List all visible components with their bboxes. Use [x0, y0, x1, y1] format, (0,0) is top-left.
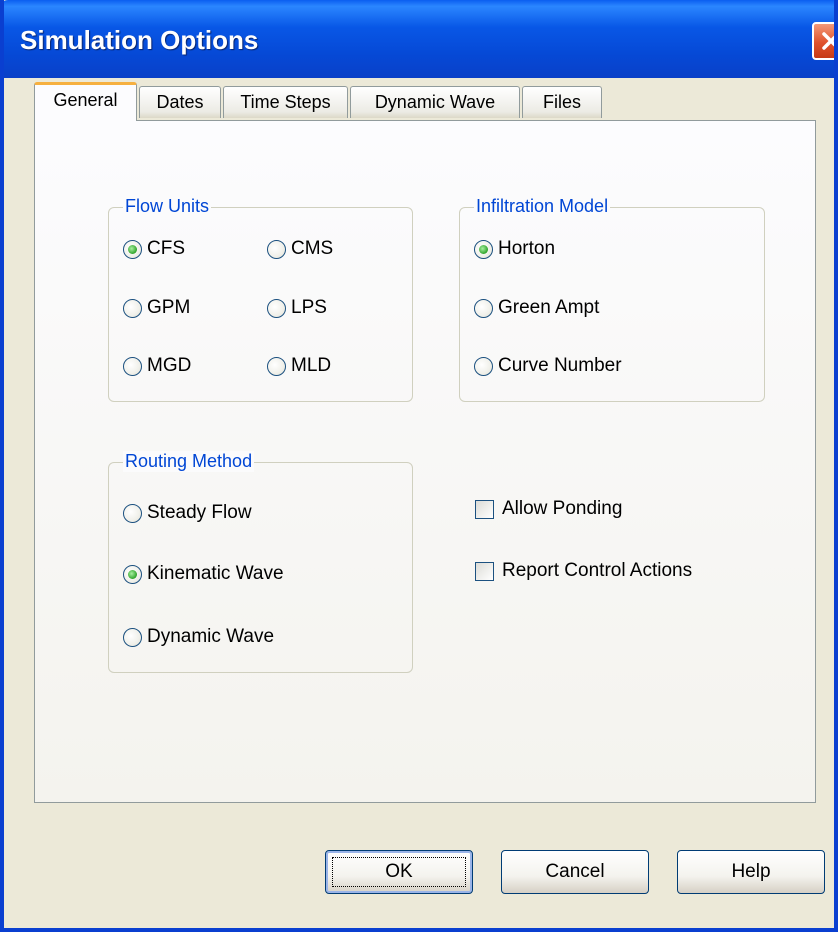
- cancel-button[interactable]: Cancel: [501, 850, 649, 894]
- radio-mgd[interactable]: MGD: [123, 353, 191, 379]
- radio-cms[interactable]: CMS: [267, 236, 333, 262]
- checkbox-label: Report Control Actions: [502, 560, 693, 581]
- radio-button-icon: [474, 298, 493, 318]
- radio-cfs[interactable]: CFS: [123, 236, 185, 262]
- radio-label: Steady Flow: [147, 502, 252, 523]
- tab-files[interactable]: Files: [522, 86, 602, 118]
- tab-dates[interactable]: Dates: [139, 86, 221, 118]
- radio-label: Green Ampt: [498, 297, 600, 318]
- routing-method-group: Routing Method Steady Flow Kinematic Wav…: [108, 451, 413, 673]
- radio-button-icon: [123, 627, 142, 647]
- simulation-options-dialog: Simulation Options General Dates Time St…: [0, 0, 838, 932]
- title-bar[interactable]: Simulation Options: [4, 0, 834, 78]
- help-button[interactable]: Help: [677, 850, 825, 894]
- radio-button-icon: [474, 356, 493, 376]
- radio-dynamic-wave[interactable]: Dynamic Wave: [123, 624, 274, 650]
- radio-gpm[interactable]: GPM: [123, 295, 190, 321]
- radio-label: GPM: [147, 297, 191, 318]
- radio-label: LPS: [291, 297, 327, 318]
- close-icon: [822, 32, 834, 50]
- radio-green-ampt[interactable]: Green Ampt: [474, 295, 599, 321]
- flow-units-title: Flow Units: [123, 196, 212, 217]
- checkbox-icon: [475, 561, 494, 581]
- general-tab-panel: Flow Units CFS CMS GPM LPS MGD MLD Infil…: [34, 120, 816, 803]
- tab-dynamic-wave[interactable]: Dynamic Wave: [350, 86, 520, 118]
- tab-strip: General Dates Time Steps Dynamic Wave Fi…: [4, 82, 834, 122]
- radio-button-icon: [123, 298, 142, 318]
- allow-ponding-checkbox[interactable]: Allow Ponding: [475, 496, 622, 522]
- flow-units-group: Flow Units CFS CMS GPM LPS MGD MLD: [108, 196, 413, 402]
- checkbox-icon: [475, 499, 494, 519]
- radio-kinematic-wave[interactable]: Kinematic Wave: [123, 561, 284, 587]
- infiltration-model-title: Infiltration Model: [474, 196, 611, 217]
- radio-label: Horton: [498, 238, 556, 259]
- radio-button-icon: [123, 356, 142, 376]
- ok-button[interactable]: OK: [325, 850, 473, 894]
- tab-general[interactable]: General: [34, 82, 137, 121]
- close-button[interactable]: [812, 22, 834, 60]
- radio-label: CFS: [147, 238, 185, 259]
- radio-label: MGD: [147, 355, 192, 376]
- radio-label: CMS: [291, 238, 334, 259]
- radio-button-icon: [474, 239, 493, 259]
- tab-time-steps[interactable]: Time Steps: [223, 86, 348, 118]
- radio-horton[interactable]: Horton: [474, 236, 555, 262]
- radio-button-icon: [267, 298, 286, 318]
- radio-button-icon: [267, 239, 286, 259]
- radio-steady-flow[interactable]: Steady Flow: [123, 500, 252, 526]
- radio-label: Curve Number: [498, 355, 622, 376]
- radio-lps[interactable]: LPS: [267, 295, 327, 321]
- radio-label: Dynamic Wave: [147, 626, 275, 647]
- radio-label: Kinematic Wave: [147, 563, 284, 584]
- report-control-actions-checkbox[interactable]: Report Control Actions: [475, 558, 692, 584]
- focus-rect: [332, 857, 466, 887]
- radio-button-icon: [267, 356, 286, 376]
- radio-button-icon: [123, 239, 142, 259]
- window-title: Simulation Options: [20, 25, 259, 55]
- radio-mld[interactable]: MLD: [267, 353, 331, 379]
- radio-label: MLD: [291, 355, 332, 376]
- checkbox-label: Allow Ponding: [502, 498, 623, 519]
- infiltration-model-group: Infiltration Model Horton Green Ampt Cur…: [459, 196, 765, 402]
- radio-curve-number[interactable]: Curve Number: [474, 353, 622, 379]
- radio-button-icon: [123, 503, 142, 523]
- routing-method-title: Routing Method: [123, 451, 255, 472]
- radio-button-icon: [123, 564, 142, 584]
